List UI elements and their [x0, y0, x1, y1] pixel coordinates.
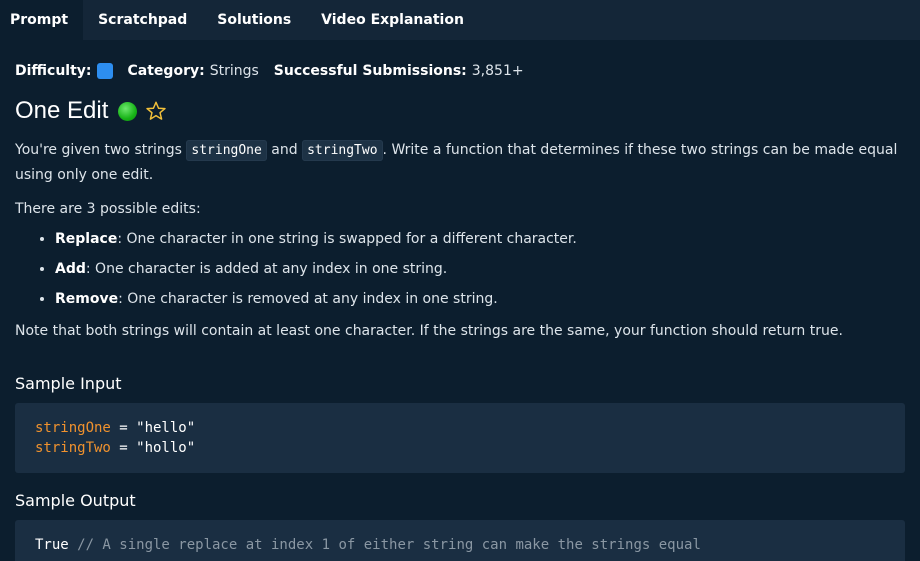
difficulty-label: Difficulty: [15, 63, 92, 79]
tab-prompt[interactable]: Prompt [0, 0, 84, 40]
edit-name: Remove [55, 291, 119, 307]
tab-bar: Prompt Scratchpad Solutions Video Explan… [0, 0, 920, 40]
submissions-label: Successful Submissions: [273, 63, 467, 79]
code-line: True // A single replace at index 1 of e… [35, 535, 885, 555]
category-label: Category: [127, 63, 205, 79]
prompt-paragraph-1: You're given two strings stringOne and s… [15, 138, 905, 187]
inline-code-string-two: stringTwo [302, 140, 383, 161]
question-meta: Difficulty: Category: Strings Successful… [15, 61, 905, 81]
prompt-text: and [266, 142, 303, 158]
page-title: One Edit [15, 97, 109, 124]
code-line: stringOne = "hello" [35, 418, 885, 438]
edit-name: Replace [55, 231, 118, 247]
submissions: Successful Submissions: 3,851+ [274, 63, 524, 79]
prompt-content: Difficulty: Category: Strings Successful… [0, 61, 920, 561]
code-value: True [35, 537, 69, 553]
prompt-text: You're given two strings [15, 142, 187, 158]
code-comment: // A single replace at index 1 of either… [68, 537, 701, 553]
green-circle-icon [118, 101, 138, 121]
tab-solutions[interactable]: Solutions [202, 0, 306, 40]
title-row: One Edit [15, 95, 905, 127]
sample-output-code: True // A single replace at index 1 of e… [15, 520, 905, 561]
edit-list: Replace: One character in one string is … [15, 229, 905, 309]
sample-input-heading: Sample Input [15, 374, 122, 393]
code-variable: stringOne [35, 420, 111, 436]
prompt-paragraph-2: There are 3 possible edits: [15, 201, 201, 217]
tab-video-explanation[interactable]: Video Explanation [306, 0, 479, 40]
difficulty-indicator [96, 63, 113, 79]
prompt-note: Note that both strings will contain at l… [15, 323, 843, 339]
edit-desc: : One character is removed at any index … [118, 291, 498, 307]
star-icon[interactable] [145, 100, 167, 122]
edit-name: Add [55, 261, 86, 277]
list-item: Add: One character is added at any index… [55, 259, 905, 279]
code-variable: stringTwo [35, 440, 111, 456]
tab-scratchpad[interactable]: Scratchpad [83, 0, 202, 40]
inline-code-string-one: stringOne [186, 140, 267, 161]
sample-input-code: stringOne = "hello" stringTwo = "hollo" [15, 403, 905, 473]
code-value: = "hollo" [110, 440, 196, 456]
list-item: Remove: One character is removed at any … [55, 289, 905, 309]
code-line: stringTwo = "hollo" [35, 438, 885, 458]
sample-output-heading: Sample Output [15, 491, 136, 510]
category-value: Strings [209, 63, 259, 79]
edit-desc: : One character is added at any index in… [85, 261, 448, 277]
difficulty: Difficulty: [15, 63, 113, 79]
code-value: = "hello" [110, 420, 196, 436]
list-item: Replace: One character in one string is … [55, 229, 905, 249]
category: Category: Strings [128, 63, 259, 79]
submissions-value: 3,851+ [471, 63, 524, 79]
edit-desc: : One character in one string is swapped… [117, 231, 577, 247]
